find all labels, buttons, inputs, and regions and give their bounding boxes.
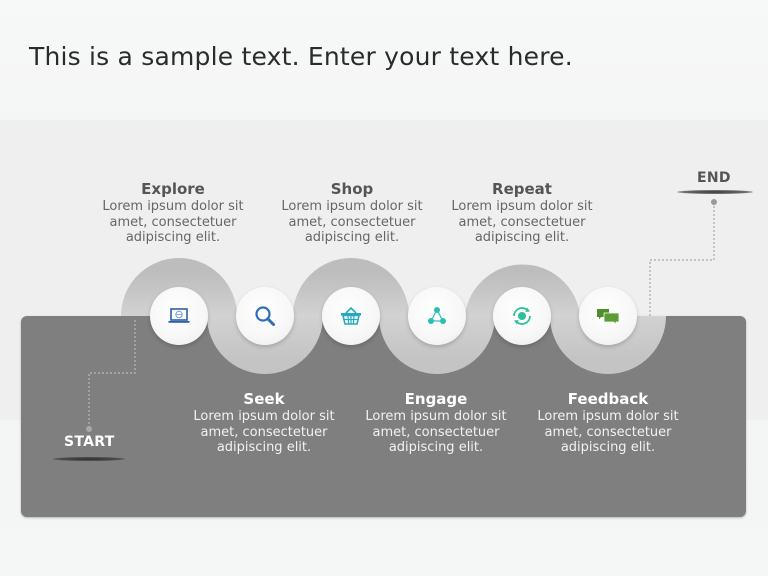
step-shop: Shop Lorem ipsum dolor sit amet, consect… (272, 180, 432, 246)
step-feedback: Feedback Lorem ipsum dolor sit amet, con… (528, 390, 688, 456)
step-title: Feedback (567, 390, 649, 408)
start-underline (53, 457, 125, 461)
chat-bubbles-icon (597, 309, 620, 326)
step-description-line: Lorem ipsum dolor sit (281, 199, 423, 214)
shopping-basket-icon (341, 306, 361, 325)
step-title: Explore (141, 180, 205, 198)
step-description-line: amet, consectetuer (200, 424, 328, 440)
node-seek[interactable] (236, 287, 294, 345)
step-description-line: Lorem ipsum dolor sit (102, 199, 244, 214)
start-label: START (64, 434, 115, 450)
step-description-line: Lorem ipsum dolor sit (193, 409, 335, 424)
step-description: Lorem ipsum dolor sit amet, consectetuer… (93, 199, 253, 246)
refresh-cycle-icon (513, 307, 531, 325)
node-engage[interactable] (408, 287, 466, 345)
step-title: Seek (243, 390, 285, 408)
step-title: Engage (404, 390, 468, 408)
step-description-line: Lorem ipsum dolor sit (451, 199, 593, 214)
start-connector (88, 320, 136, 428)
step-description-line: adipiscing elit. (560, 440, 656, 455)
end-label: END (697, 170, 731, 186)
node-shop[interactable] (322, 287, 380, 345)
step-description-line: adipiscing elit. (474, 230, 570, 245)
step-description-line: amet, consectetuer (458, 214, 586, 230)
step-description-line: amet, consectetuer (288, 214, 416, 230)
step-seek: Seek Lorem ipsum dolor sit amet, consect… (184, 390, 344, 456)
step-description-line: adipiscing elit. (388, 440, 484, 455)
step-description-line: amet, consectetuer (372, 424, 500, 440)
node-explore[interactable] (150, 287, 208, 345)
step-title: Repeat (492, 180, 552, 198)
step-description: Lorem ipsum dolor sit amet, consectetuer… (184, 409, 344, 456)
step-description-line: adipiscing elit. (216, 440, 312, 455)
magnifier-icon (255, 306, 275, 326)
step-title: Shop (330, 180, 374, 198)
step-description-line: amet, consectetuer (544, 424, 672, 440)
step-repeat: Repeat Lorem ipsum dolor sit amet, conse… (442, 180, 602, 246)
laptop-globe-icon (168, 308, 190, 323)
step-description: Lorem ipsum dolor sit amet, consectetuer… (442, 199, 602, 246)
step-description: Lorem ipsum dolor sit amet, consectetuer… (528, 409, 688, 456)
start-dot (86, 426, 92, 432)
end-underline (677, 190, 753, 194)
step-description-line: amet, consectetuer (109, 214, 237, 230)
step-engage: Engage Lorem ipsum dolor sit amet, conse… (356, 390, 516, 456)
end-dot (711, 199, 717, 205)
step-description: Lorem ipsum dolor sit amet, consectetuer… (272, 199, 432, 246)
step-explore: Explore Lorem ipsum dolor sit amet, cons… (93, 180, 253, 246)
node-feedback[interactable] (579, 287, 637, 345)
step-description-line: Lorem ipsum dolor sit (365, 409, 507, 424)
step-description-line: Lorem ipsum dolor sit (537, 409, 679, 424)
people-network-icon (428, 307, 446, 324)
wave-path (86, 199, 717, 432)
step-description: Lorem ipsum dolor sit amet, consectetuer… (356, 409, 516, 456)
end-connector (649, 205, 715, 316)
step-description-line: adipiscing elit. (304, 230, 400, 245)
wave-band (121, 258, 666, 374)
node-repeat[interactable] (493, 287, 551, 345)
step-description-line: adipiscing elit. (125, 230, 221, 245)
